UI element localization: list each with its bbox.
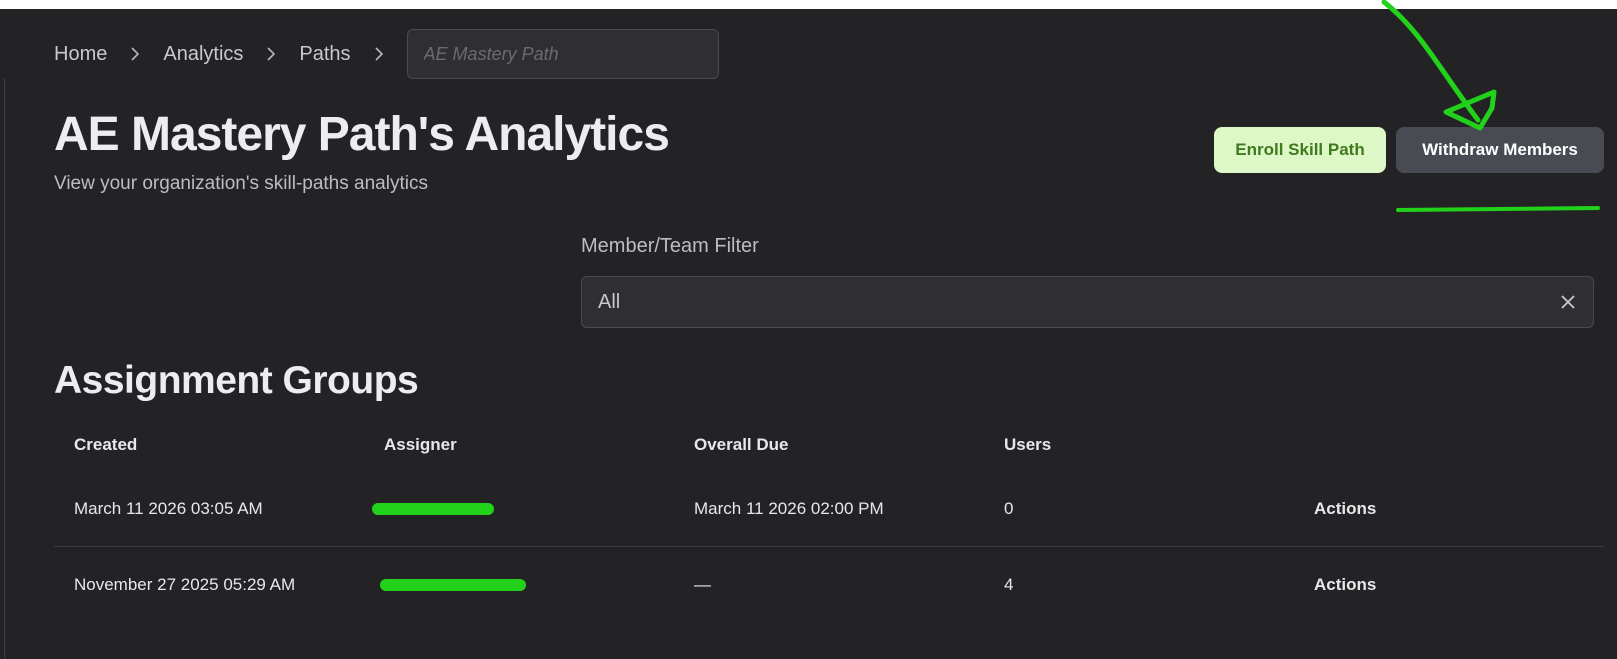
column-header-overall-due: Overall Due	[694, 435, 789, 454]
overall-due-cell: —	[694, 575, 711, 594]
withdraw-members-button[interactable]: Withdraw Members	[1396, 127, 1604, 173]
member-team-filter-select[interactable]: All	[581, 276, 1594, 328]
actions-button[interactable]: Actions	[1314, 547, 1376, 623]
chevron-right-icon	[371, 46, 387, 62]
redaction-mark	[372, 502, 494, 515]
assignment-groups-title: Assignment Groups	[54, 359, 419, 402]
created-cell: November 27 2025 05:29 AM	[74, 575, 296, 594]
enroll-skill-path-button[interactable]: Enroll Skill Path	[1214, 127, 1386, 173]
overall-due-cell: March 11 2026 02:00 PM	[694, 498, 884, 518]
breadcrumb: Home Analytics Paths	[54, 29, 719, 79]
close-icon[interactable]	[1559, 293, 1577, 311]
column-header-users: Users	[1004, 435, 1052, 454]
assigner-cell-redacted	[380, 547, 526, 623]
table-header-row: Created Assigner Overall Due Users	[54, 419, 1604, 471]
breadcrumb-home[interactable]: Home	[54, 43, 107, 66]
breadcrumb-path-name-input[interactable]	[406, 29, 719, 79]
column-header-created: Created	[74, 435, 138, 454]
breadcrumb-paths[interactable]: Paths	[299, 43, 350, 66]
chevron-right-icon	[263, 46, 279, 62]
assigner-cell-redacted	[372, 471, 494, 546]
chevron-right-icon	[127, 46, 143, 62]
page-subtitle: View your organization's skill-paths ana…	[54, 173, 428, 194]
breadcrumb-analytics[interactable]: Analytics	[163, 43, 243, 66]
table-row: November 27 2025 05:29 AM — 4 Actions	[54, 547, 1604, 623]
users-cell: 0	[1004, 498, 1014, 518]
column-header-assigner: Assigner	[384, 435, 457, 454]
member-team-filter-label: Member/Team Filter	[581, 235, 759, 257]
users-cell: 4	[1004, 575, 1014, 594]
app-window: Home Analytics Paths AE Mastery Path's A…	[0, 9, 1617, 659]
table-row: March 11 2026 03:05 AM March 11 2026 02:…	[54, 471, 1604, 547]
created-cell: March 11 2026 03:05 AM	[74, 498, 263, 518]
assignment-groups-table: Created Assigner Overall Due Users March…	[54, 419, 1604, 623]
page-title: AE Mastery Path's Analytics	[54, 108, 670, 161]
left-divider	[4, 78, 5, 659]
actions-button[interactable]: Actions	[1314, 471, 1376, 546]
member-team-filter-value: All	[598, 290, 621, 313]
redaction-mark	[380, 579, 526, 591]
